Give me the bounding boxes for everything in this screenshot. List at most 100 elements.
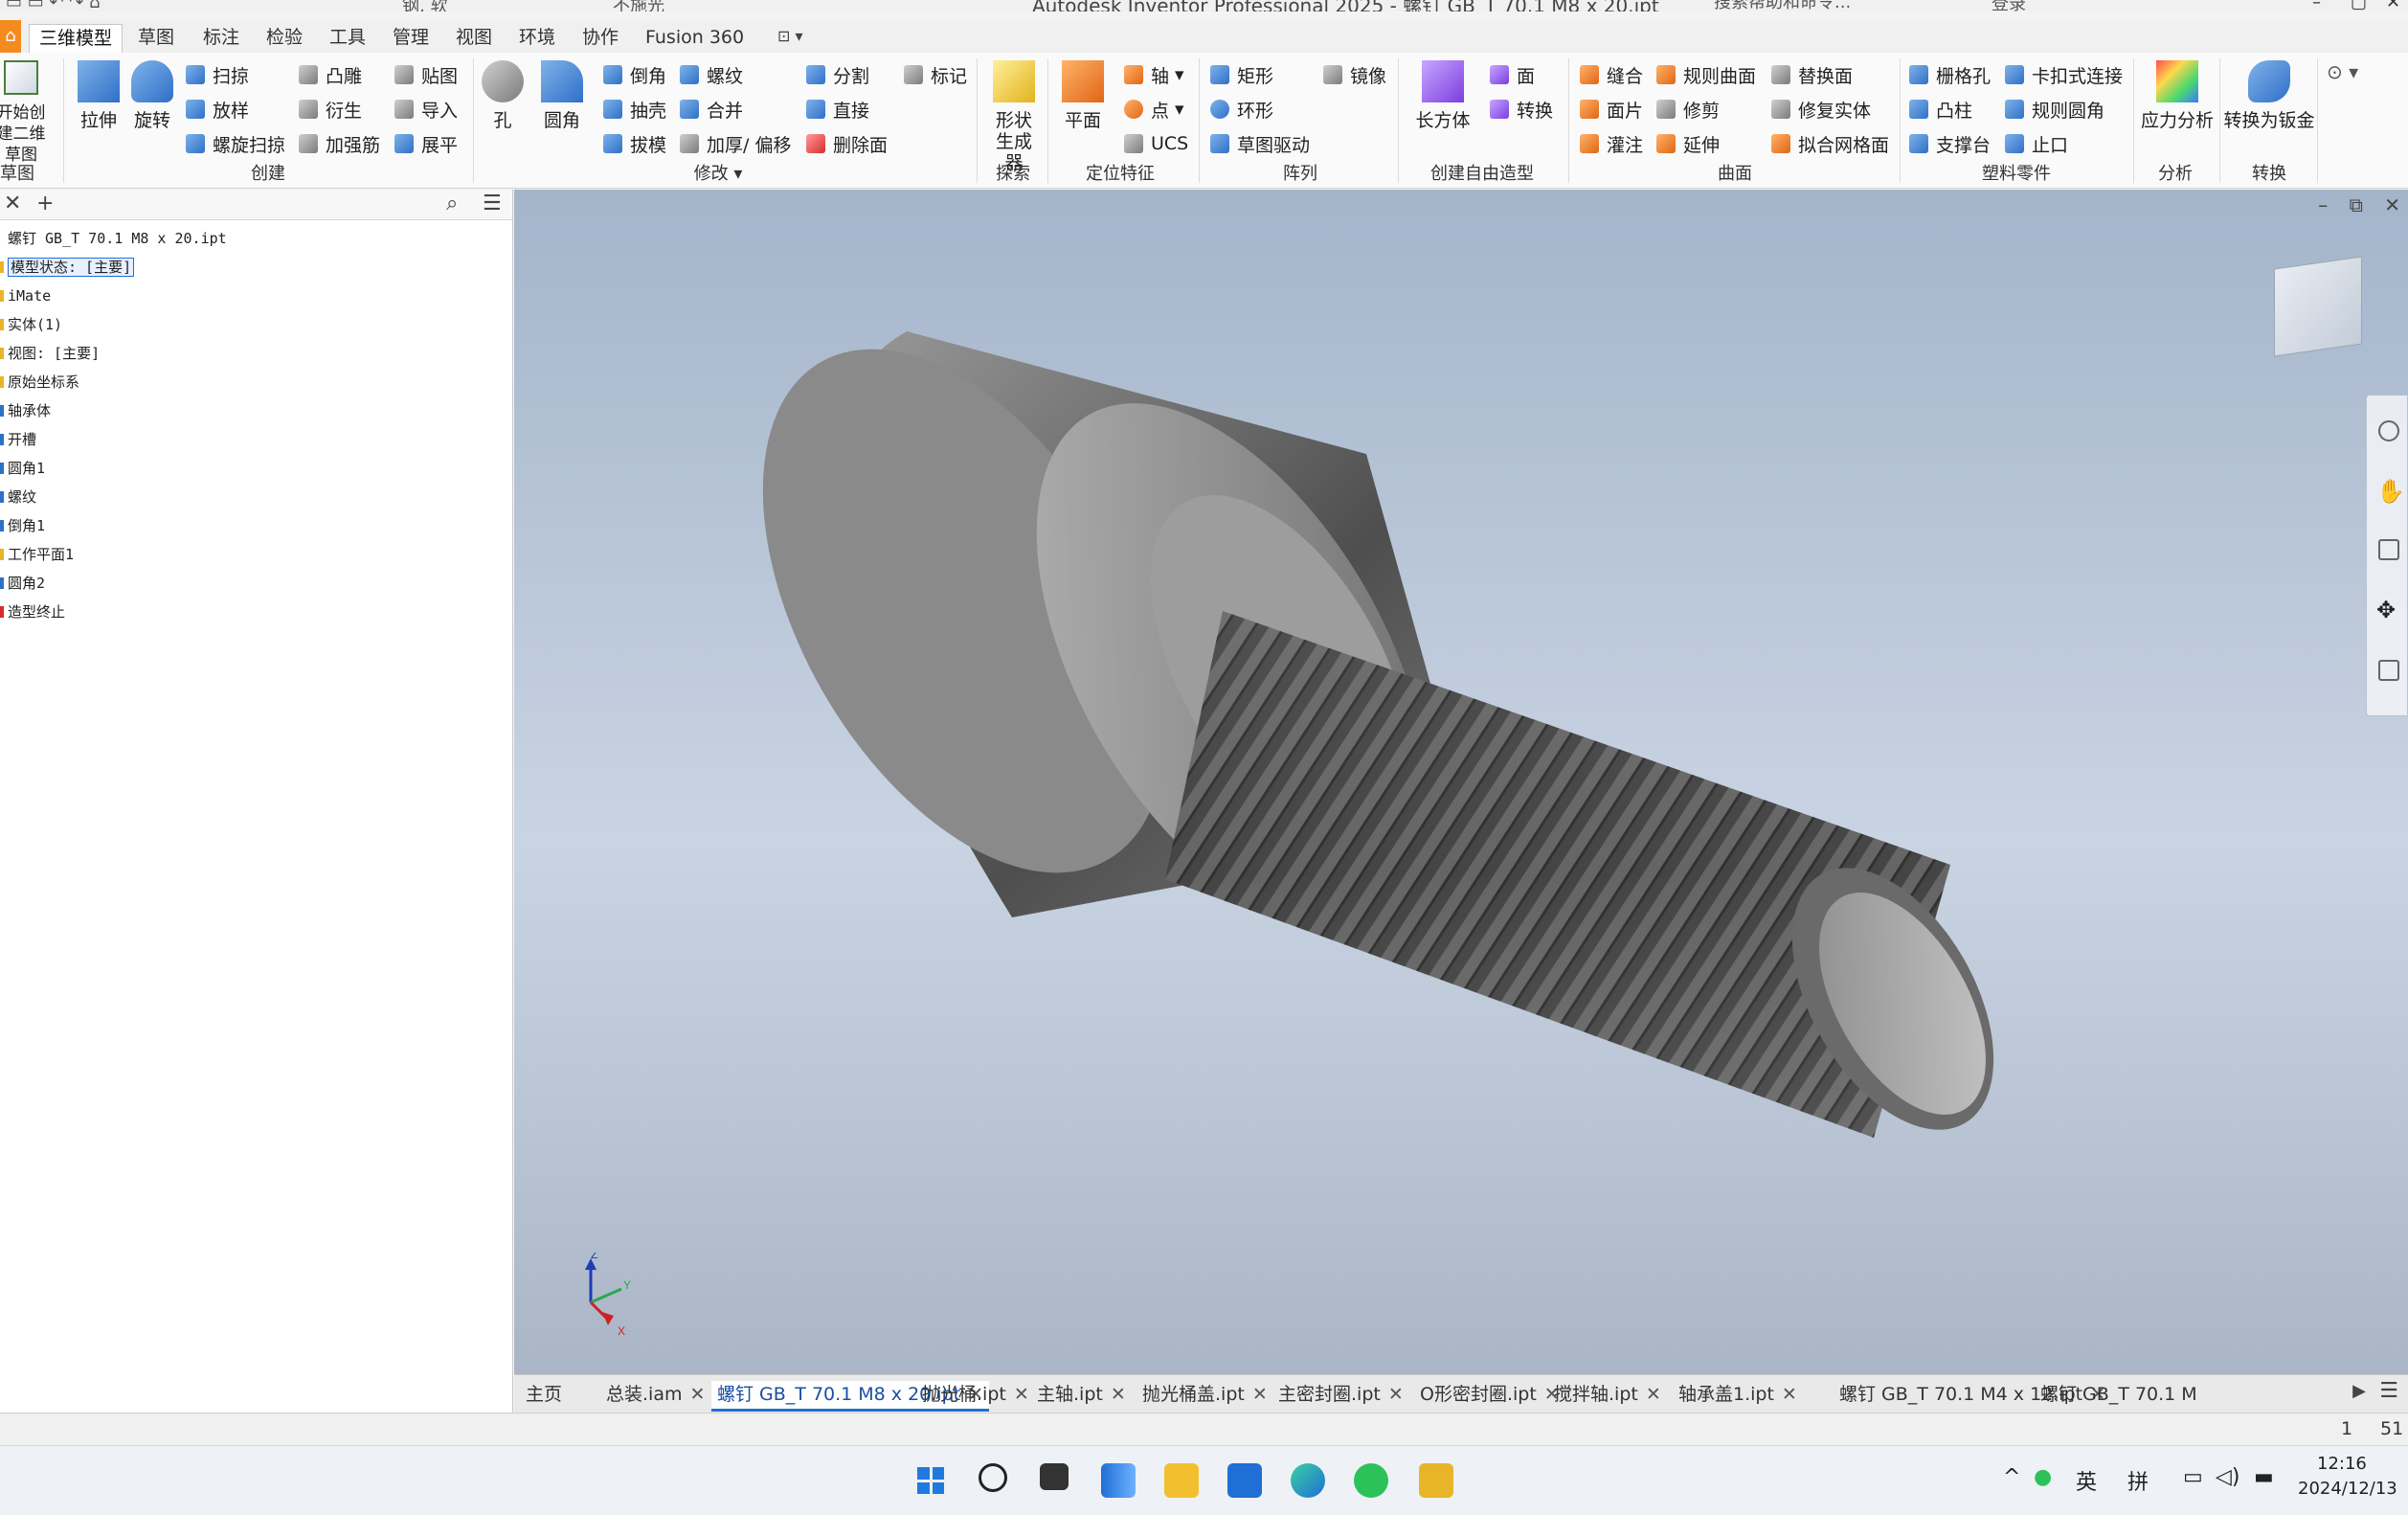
pan-icon[interactable]: ✋	[2376, 478, 2405, 505]
split-button[interactable]: 分割	[806, 60, 869, 89]
circular-pattern-button[interactable]: 环形	[1210, 95, 1273, 124]
panel-title-modify[interactable]: 修改 ▾	[694, 160, 743, 185]
rule-fillet-button[interactable]: 规则圆角	[2005, 95, 2104, 124]
trim-button[interactable]: 修剪	[1656, 95, 1720, 124]
stitch-button[interactable]: 缝合	[1580, 60, 1643, 89]
tree-node[interactable]: 原始坐标系	[0, 368, 512, 396]
volume-icon[interactable]: ◁)	[2216, 1465, 2240, 1489]
minimize-button[interactable]: –	[2312, 0, 2321, 11]
stress-analysis-button[interactable]: 应力分析	[2139, 60, 2216, 131]
screw-model[interactable]	[514, 190, 2408, 1374]
login-button[interactable]: 登录	[1992, 0, 2026, 11]
close-browser-icon[interactable]: ✕	[4, 192, 21, 215]
fit-mesh-face-button[interactable]: 拟合网格面	[1771, 129, 1889, 158]
inventor-taskbar-icon[interactable]	[1419, 1463, 1453, 1498]
ucs-button[interactable]: UCS	[1124, 129, 1188, 158]
tray-wechat-icon[interactable]: ●	[2034, 1465, 2052, 1489]
tree-node[interactable]: iMate	[0, 282, 512, 310]
edge-icon[interactable]	[1291, 1463, 1325, 1498]
thicken-button[interactable]: 加厚/ 偏移	[680, 129, 791, 158]
file-explorer-icon[interactable]	[1164, 1463, 1199, 1498]
tree-node[interactable]: 开槽	[0, 425, 512, 454]
zoom-icon[interactable]	[2378, 539, 2399, 560]
tree-node[interactable]: 模型状态: [主要]	[0, 253, 512, 282]
shape-generator-button[interactable]: 形状生成器	[980, 60, 1047, 173]
steering-wheel-icon[interactable]	[2378, 420, 2399, 441]
close-window-button[interactable]: ✕	[2386, 0, 2400, 11]
tray-overflow-icon[interactable]: ^	[2003, 1465, 2020, 1489]
tree-node[interactable]: 视图: [主要]	[0, 339, 512, 368]
close-tab-icon[interactable]: ✕	[689, 1384, 705, 1405]
sketch-driven-pattern-button[interactable]: 草图驱动	[1210, 129, 1310, 158]
extend-button[interactable]: 延伸	[1656, 129, 1720, 158]
tab-annotate[interactable]: 标注	[193, 24, 249, 53]
sculpt-button[interactable]: 灌注	[1580, 129, 1643, 158]
start-icon[interactable]	[913, 1463, 948, 1498]
direct-edit-button[interactable]: 直接	[806, 95, 869, 124]
rest-button[interactable]: 支撑台	[1909, 129, 1991, 158]
app-menu-button[interactable]: ⌂	[0, 20, 21, 53]
replace-face-button[interactable]: 替换面	[1771, 60, 1853, 89]
grill-button[interactable]: 栅格孔	[1909, 60, 1991, 89]
material-dropdown[interactable]: 钢, 软	[402, 0, 447, 11]
mirror-button[interactable]: 镜像	[1323, 60, 1386, 89]
quick-access-icons[interactable]: ▭ ▭ ↶ ↷ ⌂	[6, 0, 101, 11]
close-tab-icon[interactable]: ✕	[1646, 1384, 1661, 1405]
rect-pattern-button[interactable]: 矩形	[1210, 60, 1273, 89]
freeform-convert-button[interactable]: 转换	[1490, 95, 1553, 124]
thread-button[interactable]: 螺纹	[680, 60, 743, 89]
patch-button[interactable]: 面片	[1580, 95, 1643, 124]
search-taskbar-icon[interactable]	[979, 1463, 1007, 1492]
sweep-button[interactable]: 扫掠	[186, 60, 249, 89]
tree-node[interactable]: 实体(1)	[0, 310, 512, 339]
coil-button[interactable]: 螺旋扫掠	[186, 129, 285, 158]
close-tab-icon[interactable]: ✕	[1111, 1384, 1126, 1405]
point-button[interactable]: 点 ▾	[1124, 95, 1184, 124]
look-at-icon[interactable]	[2378, 660, 2399, 681]
tree-root-part[interactable]: 螺钉 GB_T 70.1 M8 x 20.ipt	[0, 224, 512, 253]
hole-button[interactable]: 孔	[469, 60, 536, 131]
shell-button[interactable]: 抽壳	[603, 95, 666, 124]
wechat-icon[interactable]	[1354, 1463, 1388, 1498]
clock-date[interactable]: 2024/12/13	[2298, 1479, 2397, 1499]
tree-node[interactable]: 工作平面1	[0, 540, 512, 569]
tab-inspect[interactable]: 检验	[257, 24, 312, 53]
snap-fit-button[interactable]: 卡扣式连接	[2005, 60, 2123, 89]
help-search-input[interactable]: 搜索帮助和命令...	[1714, 0, 1944, 11]
tree-node[interactable]: 倒角1	[0, 511, 512, 540]
battery-icon[interactable]: ▬	[2254, 1465, 2274, 1489]
combine-button[interactable]: 合并	[680, 95, 743, 124]
revolve-button[interactable]: 旋转	[119, 60, 186, 131]
input-method-pinyin[interactable]: 拼	[2127, 1465, 2149, 1496]
loft-button[interactable]: 放样	[186, 95, 249, 124]
plane-button[interactable]: 平面	[1049, 60, 1116, 131]
appearance-dropdown[interactable]: 不施光	[613, 0, 664, 11]
rib-button[interactable]: 加强筋	[299, 129, 380, 158]
boss-button[interactable]: 凸柱	[1909, 95, 1972, 124]
clock-time[interactable]: 12:16	[2317, 1454, 2367, 1474]
delete-face-button[interactable]: 删除面	[806, 129, 888, 158]
maximize-button[interactable]: ▢	[2351, 0, 2367, 11]
lip-button[interactable]: 止口	[2005, 129, 2068, 158]
document-tab[interactable]: 总装.iam ✕	[600, 1381, 710, 1412]
tree-node[interactable]: 圆角2	[0, 569, 512, 598]
repair-body-button[interactable]: 修复实体	[1771, 95, 1871, 124]
document-tab[interactable]: O形密封圈.ipt ✕	[1414, 1381, 1565, 1412]
close-tab-icon[interactable]: ✕	[1014, 1384, 1029, 1405]
tab-fusion360[interactable]: Fusion 360	[636, 24, 754, 53]
ribbon-display-options-icon[interactable]: ⊡ ▾	[777, 27, 803, 45]
freeform-box-button[interactable]: 长方体	[1409, 60, 1476, 131]
chamfer-button[interactable]: 倒角	[603, 60, 666, 89]
document-tab[interactable]: 主轴.ipt ✕	[1031, 1381, 1132, 1412]
input-lang-en[interactable]: 英	[2076, 1465, 2097, 1496]
tree-node[interactable]: 造型终止	[0, 598, 512, 626]
close-tab-icon[interactable]: ✕	[1252, 1384, 1268, 1405]
view-cube[interactable]	[2274, 256, 2362, 357]
home-tab[interactable]: 主页	[520, 1381, 568, 1412]
document-tab[interactable]: 螺钉 GB_T 70.1 M	[2035, 1381, 2203, 1412]
orbit-icon[interactable]: ✥	[2376, 597, 2396, 623]
document-tab[interactable]: 搅拌轴.ipt ✕	[1548, 1381, 1667, 1412]
document-tab[interactable]: 轴承盖1.ipt ✕	[1673, 1381, 1803, 1412]
tab-collaborate[interactable]: 协作	[573, 24, 628, 53]
store-icon[interactable]	[1227, 1463, 1262, 1498]
